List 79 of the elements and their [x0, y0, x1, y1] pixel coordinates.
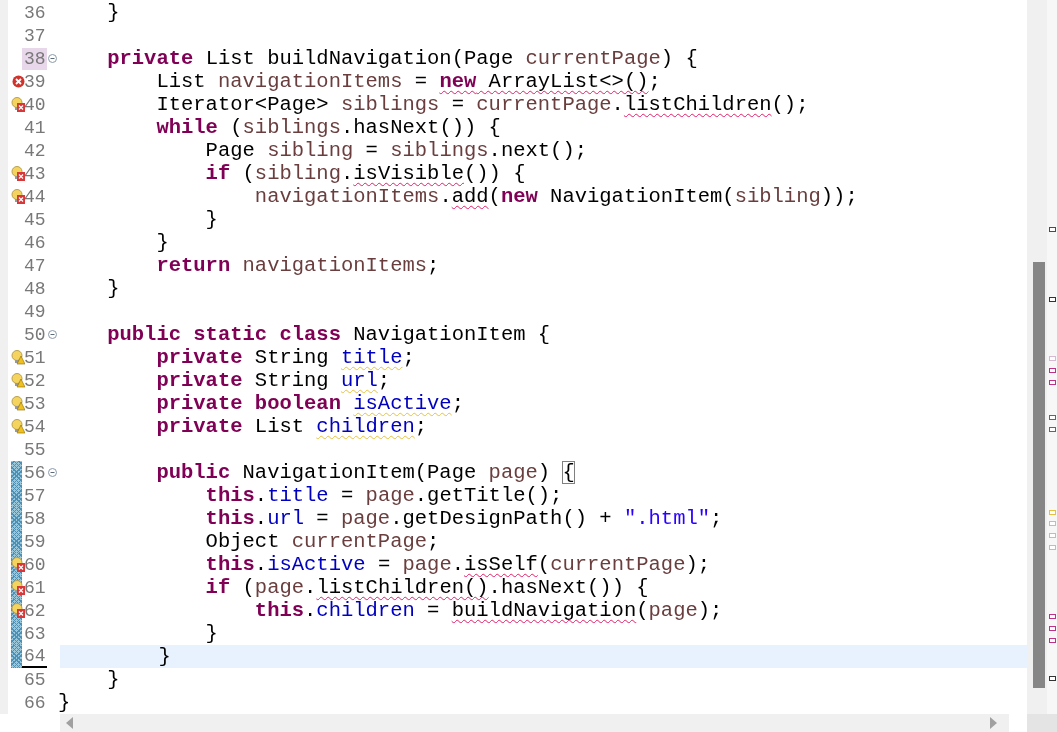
code-line: public static class NavigationItem {: [106, 323, 551, 346]
code-line: }: [106, 277, 120, 300]
code-line: private boolean isActive;: [155, 392, 464, 415]
lightbulb-warning-icon[interactable]: [11, 419, 25, 434]
collapse-icon[interactable]: [47, 54, 57, 63]
code-line: }: [106, 668, 120, 691]
code-line: while (siblings.hasNext()) {: [155, 116, 501, 139]
line-number: 41: [23, 116, 47, 139]
scrollbar-corner: [1027, 714, 1057, 732]
code-line: this.isActive = page.isSelf(currentPage);: [204, 553, 711, 576]
code-line: private List buildNavigation(Page currentPage) {: [106, 47, 698, 70]
annotation-marker[interactable]: [1049, 368, 1056, 373]
lightbulb-warning-icon[interactable]: [11, 350, 25, 365]
line-number: 36: [23, 1, 47, 24]
line-number: 39: [23, 70, 47, 93]
line-number: 56: [23, 461, 47, 484]
line-number: 46: [23, 231, 47, 254]
line-number: 65: [23, 668, 47, 691]
collapse-icon[interactable]: [47, 468, 57, 477]
line-number: 55: [23, 438, 47, 461]
line-number: 58: [23, 507, 47, 530]
annotation-marker[interactable]: [1049, 614, 1056, 619]
scrollbar-thumb[interactable]: [1033, 262, 1045, 688]
line-number: 59: [23, 530, 47, 553]
line-number: 53: [23, 392, 47, 415]
line-number: 40: [23, 93, 47, 116]
line-number: 54: [23, 415, 47, 438]
code-line: }: [106, 1, 120, 24]
annotation-marker[interactable]: [1049, 676, 1056, 681]
line-number: 49: [23, 300, 47, 323]
code-line: private List children;: [155, 415, 428, 438]
code-line: public NavigationItem(Page page) {: [155, 461, 575, 484]
line-number: 45: [23, 208, 47, 231]
annotation-marker[interactable]: [1049, 227, 1056, 232]
line-number: 52: [23, 369, 47, 392]
code-line: Iterator<Page> siblings = currentPage.listChildren();: [155, 93, 809, 116]
annotation-marker[interactable]: [1049, 297, 1056, 302]
lightbulb-warning-icon[interactable]: [11, 396, 25, 411]
code-line: }: [204, 208, 218, 231]
line-number: 38: [22, 47, 47, 70]
line-number: 66: [23, 691, 47, 714]
line-number: 61: [23, 576, 47, 599]
code-line: this.url = page.getDesignPath() + ".html";: [204, 507, 723, 530]
lightbulb-warning-icon[interactable]: [11, 373, 25, 388]
line-number: 62: [23, 599, 47, 622]
code-line: }: [58, 691, 71, 714]
line-number: 44: [23, 185, 47, 208]
code-line: }: [204, 622, 218, 645]
line-number: 37: [23, 24, 47, 47]
annotation-marker[interactable]: [1049, 415, 1056, 420]
code-line: }: [157, 645, 171, 668]
code-line: }: [155, 231, 169, 254]
line-number: 51: [23, 346, 47, 369]
code-line: private String url;: [155, 369, 391, 392]
vertical-scrollbar[interactable]: [1027, 0, 1047, 714]
code-line: Page sibling = siblings.next();: [204, 139, 587, 162]
code-line: if (page.listChildren().hasNext()) {: [204, 576, 649, 599]
code-line: Object currentPage;: [204, 530, 440, 553]
code-line: private String title;: [155, 346, 415, 369]
line-number: 42: [23, 139, 47, 162]
code-line: return navigationItems;: [155, 254, 440, 277]
error-icon[interactable]: [12, 75, 25, 88]
code-line: if (sibling.isVisible()) {: [204, 162, 526, 185]
line-number: 43: [23, 162, 47, 185]
line-number: 63: [23, 622, 47, 645]
collapse-icon[interactable]: [47, 330, 57, 339]
annotation-marker[interactable]: [1049, 427, 1056, 432]
line-number: 60: [23, 553, 47, 576]
annotation-marker[interactable]: [1049, 638, 1056, 643]
line-number: 47: [23, 254, 47, 277]
line-number: 48: [23, 277, 47, 300]
code-line: navigationItems.add(new NavigationItem(sibling));: [253, 185, 858, 208]
code-line: List navigationItems = new ArrayList<>();: [155, 70, 661, 93]
code-line: this.title = page.getTitle();: [204, 484, 563, 507]
line-number: 50: [23, 323, 47, 346]
annotation-marker[interactable]: [1049, 626, 1056, 631]
annotation-marker[interactable]: [1049, 380, 1056, 385]
line-number: 57: [23, 484, 47, 507]
code-line: this.children = buildNavigation(page);: [253, 599, 723, 622]
